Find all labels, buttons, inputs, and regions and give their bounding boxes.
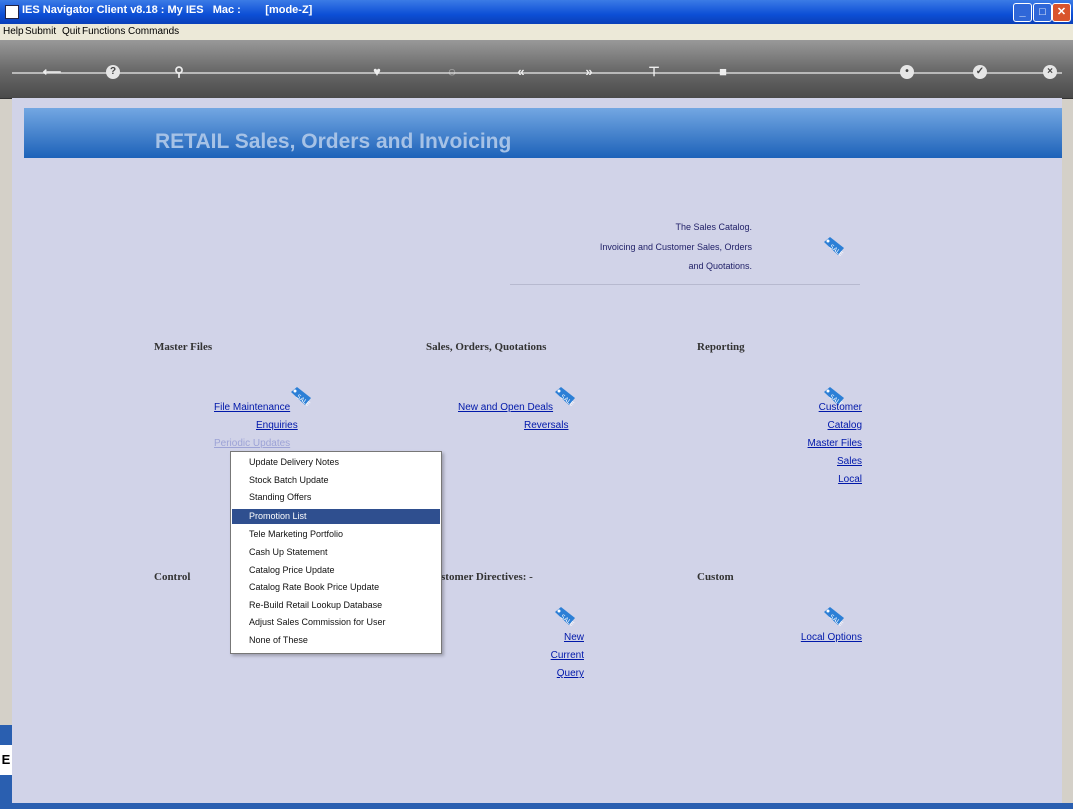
- square-icon[interactable]: ■: [716, 65, 730, 79]
- svg-text:SALE: SALE: [559, 393, 575, 406]
- end-icon[interactable]: ⊤: [647, 65, 661, 79]
- next-icon[interactable]: »: [582, 65, 596, 79]
- custom-heading: Custom: [697, 571, 734, 583]
- title-bar: IES Navigator Client v8.18 : My IES Mac …: [0, 0, 1073, 24]
- refresh-icon[interactable]: ◌: [445, 65, 459, 79]
- menu-quit[interactable]: Quit: [62, 26, 80, 37]
- svg-text:SALE: SALE: [828, 613, 844, 626]
- cancel-icon[interactable]: ×: [1043, 65, 1057, 79]
- enquiries-link[interactable]: Enquiries: [256, 420, 298, 431]
- menu-item-update-delivery-notes[interactable]: Update Delivery Notes: [232, 455, 440, 470]
- catalog-line-3: and Quotations.: [688, 261, 752, 271]
- menu-item-stock-batch-update[interactable]: Stock Batch Update: [232, 473, 440, 488]
- search-icon[interactable]: ⚲: [172, 65, 186, 79]
- menu-submit[interactable]: Submit: [25, 26, 56, 37]
- sales-heading: Sales, Orders, Quotations: [426, 341, 547, 353]
- sale-tag-icon[interactable]: SALE: [289, 386, 313, 406]
- periodic-updates-link[interactable]: Periodic Updates: [214, 438, 290, 449]
- catalog-link[interactable]: Catalog: [760, 420, 862, 431]
- heart-icon[interactable]: ♥: [370, 65, 384, 79]
- menu-help[interactable]: Help: [3, 26, 24, 37]
- query-link[interactable]: Query: [520, 668, 584, 679]
- menu-functions[interactable]: Functions: [82, 26, 125, 37]
- local-link[interactable]: Local: [760, 474, 862, 485]
- menu-item-catalog-price-update[interactable]: Catalog Price Update: [232, 563, 440, 578]
- periodic-updates-popup-menu: Update Delivery Notes Stock Batch Update…: [230, 451, 442, 654]
- customer-directives-heading: stomer Directives: -: [441, 571, 533, 583]
- sale-tag-icon[interactable]: SALE: [553, 606, 577, 626]
- menu-item-adjust-sales-commission[interactable]: Adjust Sales Commission for User: [232, 615, 440, 630]
- svg-text:SALE: SALE: [559, 613, 575, 626]
- local-options-link[interactable]: Local Options: [760, 632, 862, 643]
- side-panel-glyph: E: [0, 745, 12, 775]
- menu-item-none-of-these[interactable]: None of These: [232, 633, 440, 648]
- menu-item-catalog-rate-book-price-update[interactable]: Catalog Rate Book Price Update: [232, 580, 440, 595]
- reversals-link[interactable]: Reversals: [524, 420, 568, 431]
- previous-icon[interactable]: «: [514, 65, 528, 79]
- window-title: IES Navigator Client v8.18 : My IES Mac …: [22, 4, 313, 16]
- file-maintenance-link[interactable]: File Maintenance: [214, 402, 290, 413]
- master-files-heading: Master Files: [154, 341, 213, 353]
- minimize-button[interactable]: _: [1013, 3, 1032, 22]
- divider: [510, 284, 860, 285]
- close-button[interactable]: ✕: [1052, 3, 1071, 22]
- menu-item-standing-offers[interactable]: Standing Offers: [232, 490, 440, 505]
- settings-icon[interactable]: •: [900, 65, 914, 79]
- back-arrow-icon[interactable]: ⟵: [38, 65, 66, 79]
- control-heading: Control: [154, 571, 191, 583]
- body-panel: [35, 158, 1062, 803]
- maximize-button[interactable]: □: [1033, 3, 1052, 22]
- reporting-heading: Reporting: [697, 341, 745, 353]
- sale-tag-icon[interactable]: SALE: [822, 236, 846, 256]
- menu-item-rebuild-retail-lookup-database[interactable]: Re-Build Retail Lookup Database: [232, 598, 440, 613]
- svg-text:SALE: SALE: [828, 243, 844, 256]
- page-title: RETAIL Sales, Orders and Invoicing: [155, 130, 512, 153]
- help-icon[interactable]: ?: [106, 65, 120, 79]
- catalog-line-1: The Sales Catalog.: [675, 222, 752, 232]
- customer-link[interactable]: Customer: [760, 402, 862, 413]
- sale-tag-icon[interactable]: SALE: [553, 386, 577, 406]
- current-link[interactable]: Current: [520, 650, 584, 661]
- toolbar: ⟵ ? ⚲ ♥ ◌ « » ⊤ ■ • ✓ ×: [0, 40, 1073, 99]
- check-icon[interactable]: ✓: [973, 65, 987, 79]
- window-bottom-border: [0, 803, 1073, 809]
- sales-link[interactable]: Sales: [760, 456, 862, 467]
- master-files-link[interactable]: Master Files: [760, 438, 862, 449]
- menu-item-cash-up-statement[interactable]: Cash Up Statement: [232, 545, 440, 560]
- new-and-open-deals-link[interactable]: New and Open Deals: [458, 402, 553, 413]
- menu-bar: Help Submit Quit Functions Commands: [0, 24, 1073, 40]
- svg-text:SALE: SALE: [295, 393, 311, 406]
- menu-item-tele-marketing-portfolio[interactable]: Tele Marketing Portfolio: [232, 527, 440, 542]
- app-icon: [5, 5, 19, 19]
- menu-item-promotion-list[interactable]: Promotion List: [232, 509, 440, 524]
- sale-tag-icon[interactable]: SALE: [822, 606, 846, 626]
- new-link[interactable]: New: [520, 632, 584, 643]
- menu-commands[interactable]: Commands: [128, 26, 179, 37]
- catalog-line-2: Invoicing and Customer Sales, Orders: [599, 242, 752, 252]
